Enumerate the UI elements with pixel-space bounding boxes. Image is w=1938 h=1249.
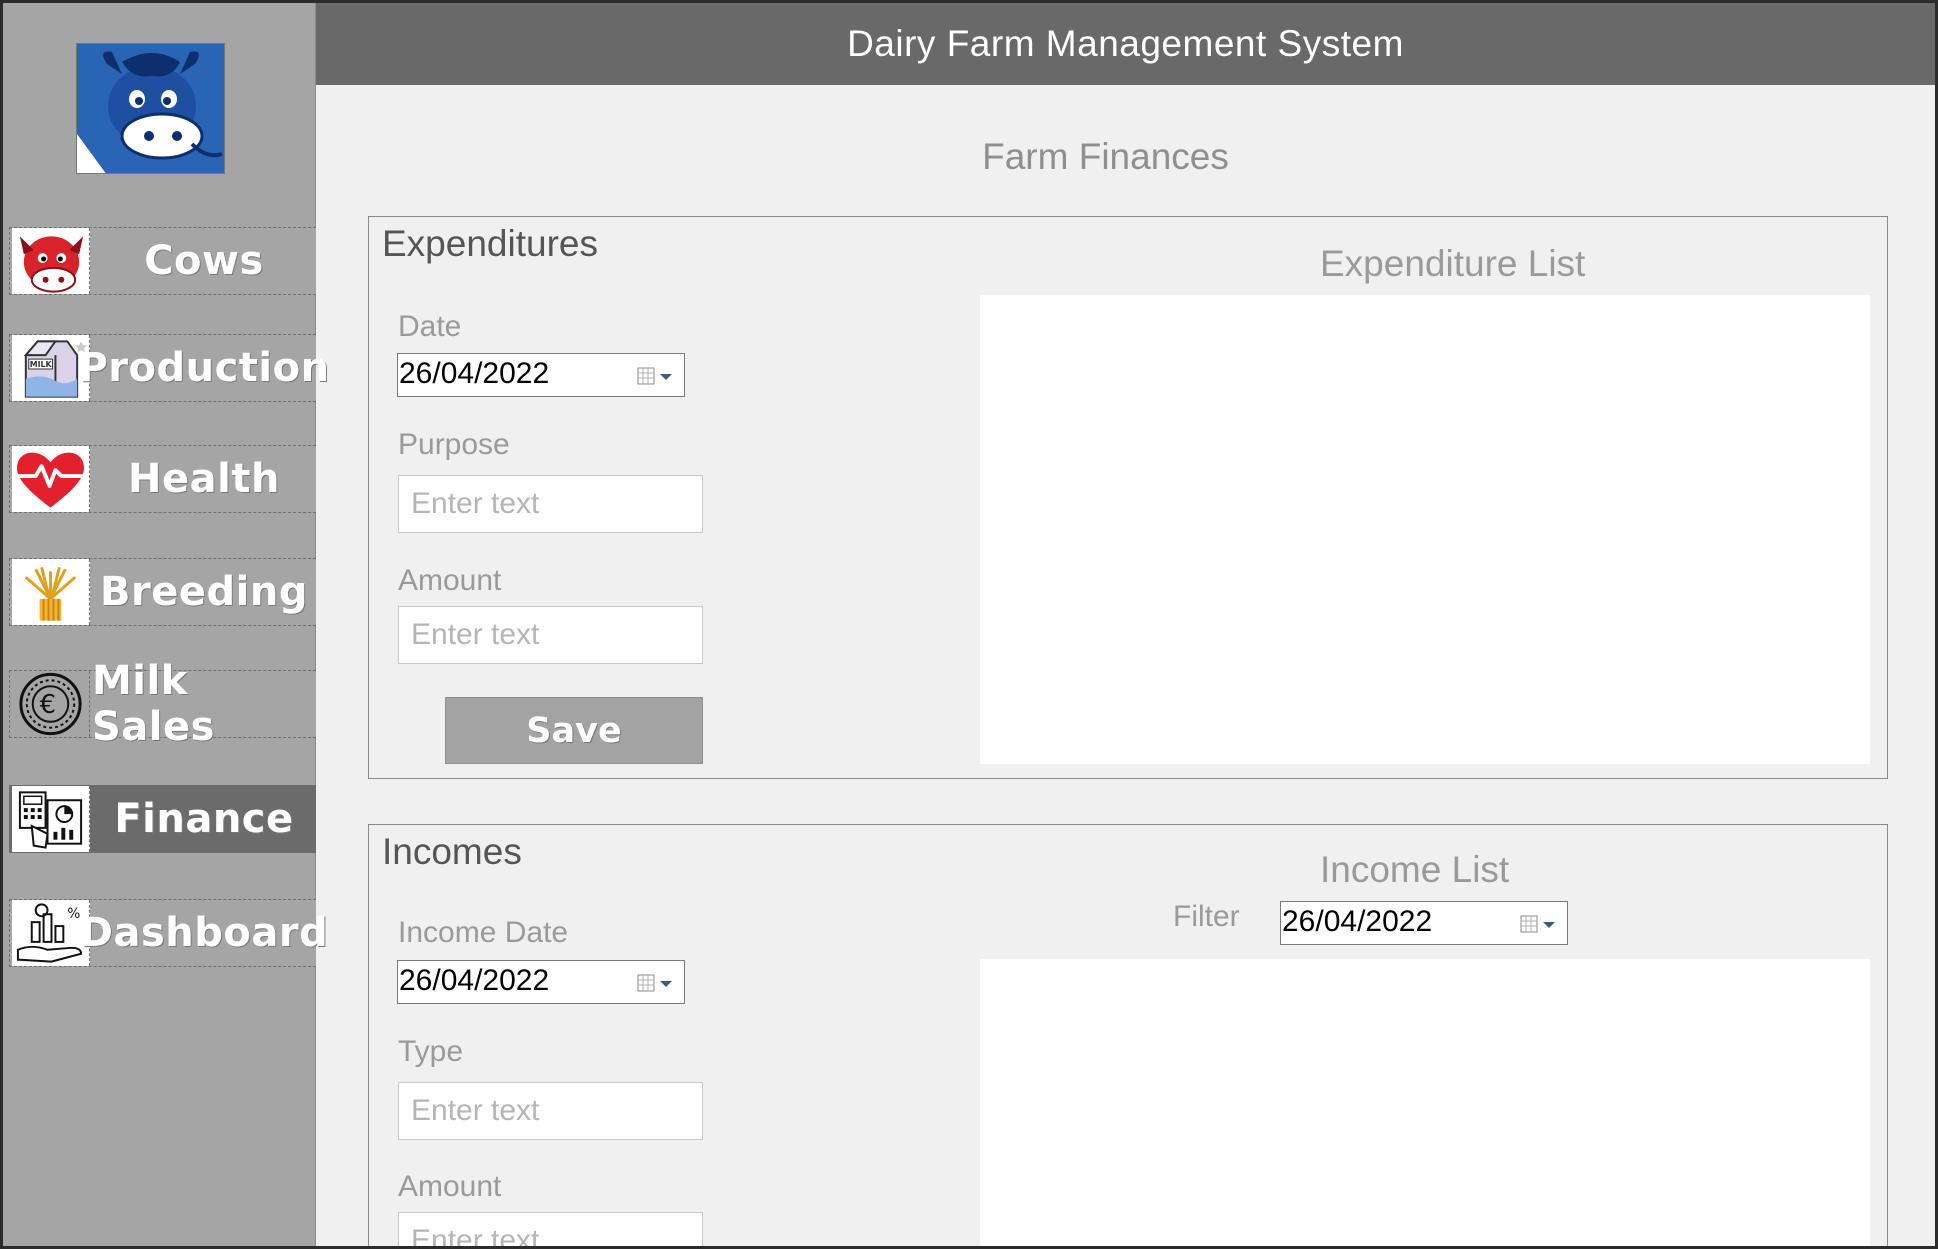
sidebar-item-label: Milk Sales xyxy=(92,658,215,750)
expenditure-date-picker[interactable]: 26/04/2022 xyxy=(397,353,685,397)
income-amount-label: Amount xyxy=(398,1170,502,1203)
income-list-title: Income List xyxy=(1320,849,1510,890)
cow-icon xyxy=(12,228,90,294)
sidebar-item-label: Cows xyxy=(144,238,264,284)
sidebar-item-breeding[interactable]: Breeding xyxy=(9,558,316,626)
sidebar-item-cows[interactable]: Cows xyxy=(9,227,316,295)
svg-text:MILK: MILK xyxy=(30,360,53,369)
income-list[interactable] xyxy=(980,959,1870,1246)
sidebar-item-label: Production xyxy=(78,345,330,391)
sidebar-item-production[interactable]: MILK Production xyxy=(9,334,330,402)
dashboard-chart-icon: % xyxy=(12,900,90,966)
type-input[interactable] xyxy=(398,1082,703,1140)
sidebar-item-dashboard[interactable]: % Dashboard xyxy=(9,899,329,967)
heart-pulse-icon xyxy=(12,446,90,512)
calendar-dropdown-icon[interactable] xyxy=(636,364,676,388)
income-date-label: Income Date xyxy=(398,916,569,949)
app-window: Cows MILK Production Health Breeding € M… xyxy=(0,0,1938,1249)
sidebar-item-label: Dashboard xyxy=(79,910,329,956)
calculator-chart-icon xyxy=(12,786,90,852)
calendar-dropdown-icon[interactable] xyxy=(1519,912,1559,936)
svg-text:€: € xyxy=(40,690,56,720)
expenditures-group: Expenditures Date 26/04/2022 Purpose Amo… xyxy=(368,216,1888,779)
type-label: Type xyxy=(398,1035,464,1068)
sidebar: Cows MILK Production Health Breeding € M… xyxy=(3,3,330,1246)
euro-coin-icon: € xyxy=(12,671,90,737)
income-filter-date-picker[interactable]: 26/04/2022 xyxy=(1280,901,1568,945)
expenditure-amount-label: Amount xyxy=(398,564,502,597)
purpose-input[interactable] xyxy=(398,475,703,533)
filter-date-value: 26/04/2022 xyxy=(1282,905,1433,938)
page-title: Farm Finances xyxy=(982,136,1229,177)
save-button[interactable]: Save xyxy=(445,697,703,764)
expenditure-date-value: 26/04/2022 xyxy=(399,357,550,390)
app-header: Dairy Farm Management System xyxy=(316,3,1935,85)
sidebar-item-label: Finance xyxy=(114,796,294,842)
sidebar-item-health[interactable]: Health xyxy=(9,445,316,513)
svg-text:%: % xyxy=(67,906,80,922)
wheat-icon xyxy=(12,559,90,625)
sidebar-item-finance[interactable]: Finance xyxy=(9,785,316,853)
purpose-label: Purpose xyxy=(398,428,510,461)
expenditures-title: Expenditures xyxy=(382,223,598,264)
sidebar-item-label: Health xyxy=(128,456,280,502)
sidebar-item-label: Breeding xyxy=(100,569,308,615)
app-title: Dairy Farm Management System xyxy=(847,23,1404,64)
blue-cow-logo-icon xyxy=(76,43,225,174)
incomes-title: Incomes xyxy=(382,831,522,872)
expenditure-list[interactable] xyxy=(980,295,1870,764)
incomes-group: Incomes Income Date 26/04/2022 Type Amou… xyxy=(368,824,1888,1246)
income-date-value: 26/04/2022 xyxy=(399,964,550,997)
expenditure-list-title: Expenditure List xyxy=(1320,243,1586,284)
sidebar-item-milk-sales[interactable]: € Milk Sales xyxy=(9,658,316,750)
income-amount-input[interactable] xyxy=(398,1212,703,1246)
income-date-picker[interactable]: 26/04/2022 xyxy=(397,960,685,1004)
filter-label: Filter xyxy=(1173,900,1240,933)
calendar-dropdown-icon[interactable] xyxy=(636,971,676,995)
expenditure-date-label: Date xyxy=(398,310,462,343)
expenditure-amount-input[interactable] xyxy=(398,606,703,664)
